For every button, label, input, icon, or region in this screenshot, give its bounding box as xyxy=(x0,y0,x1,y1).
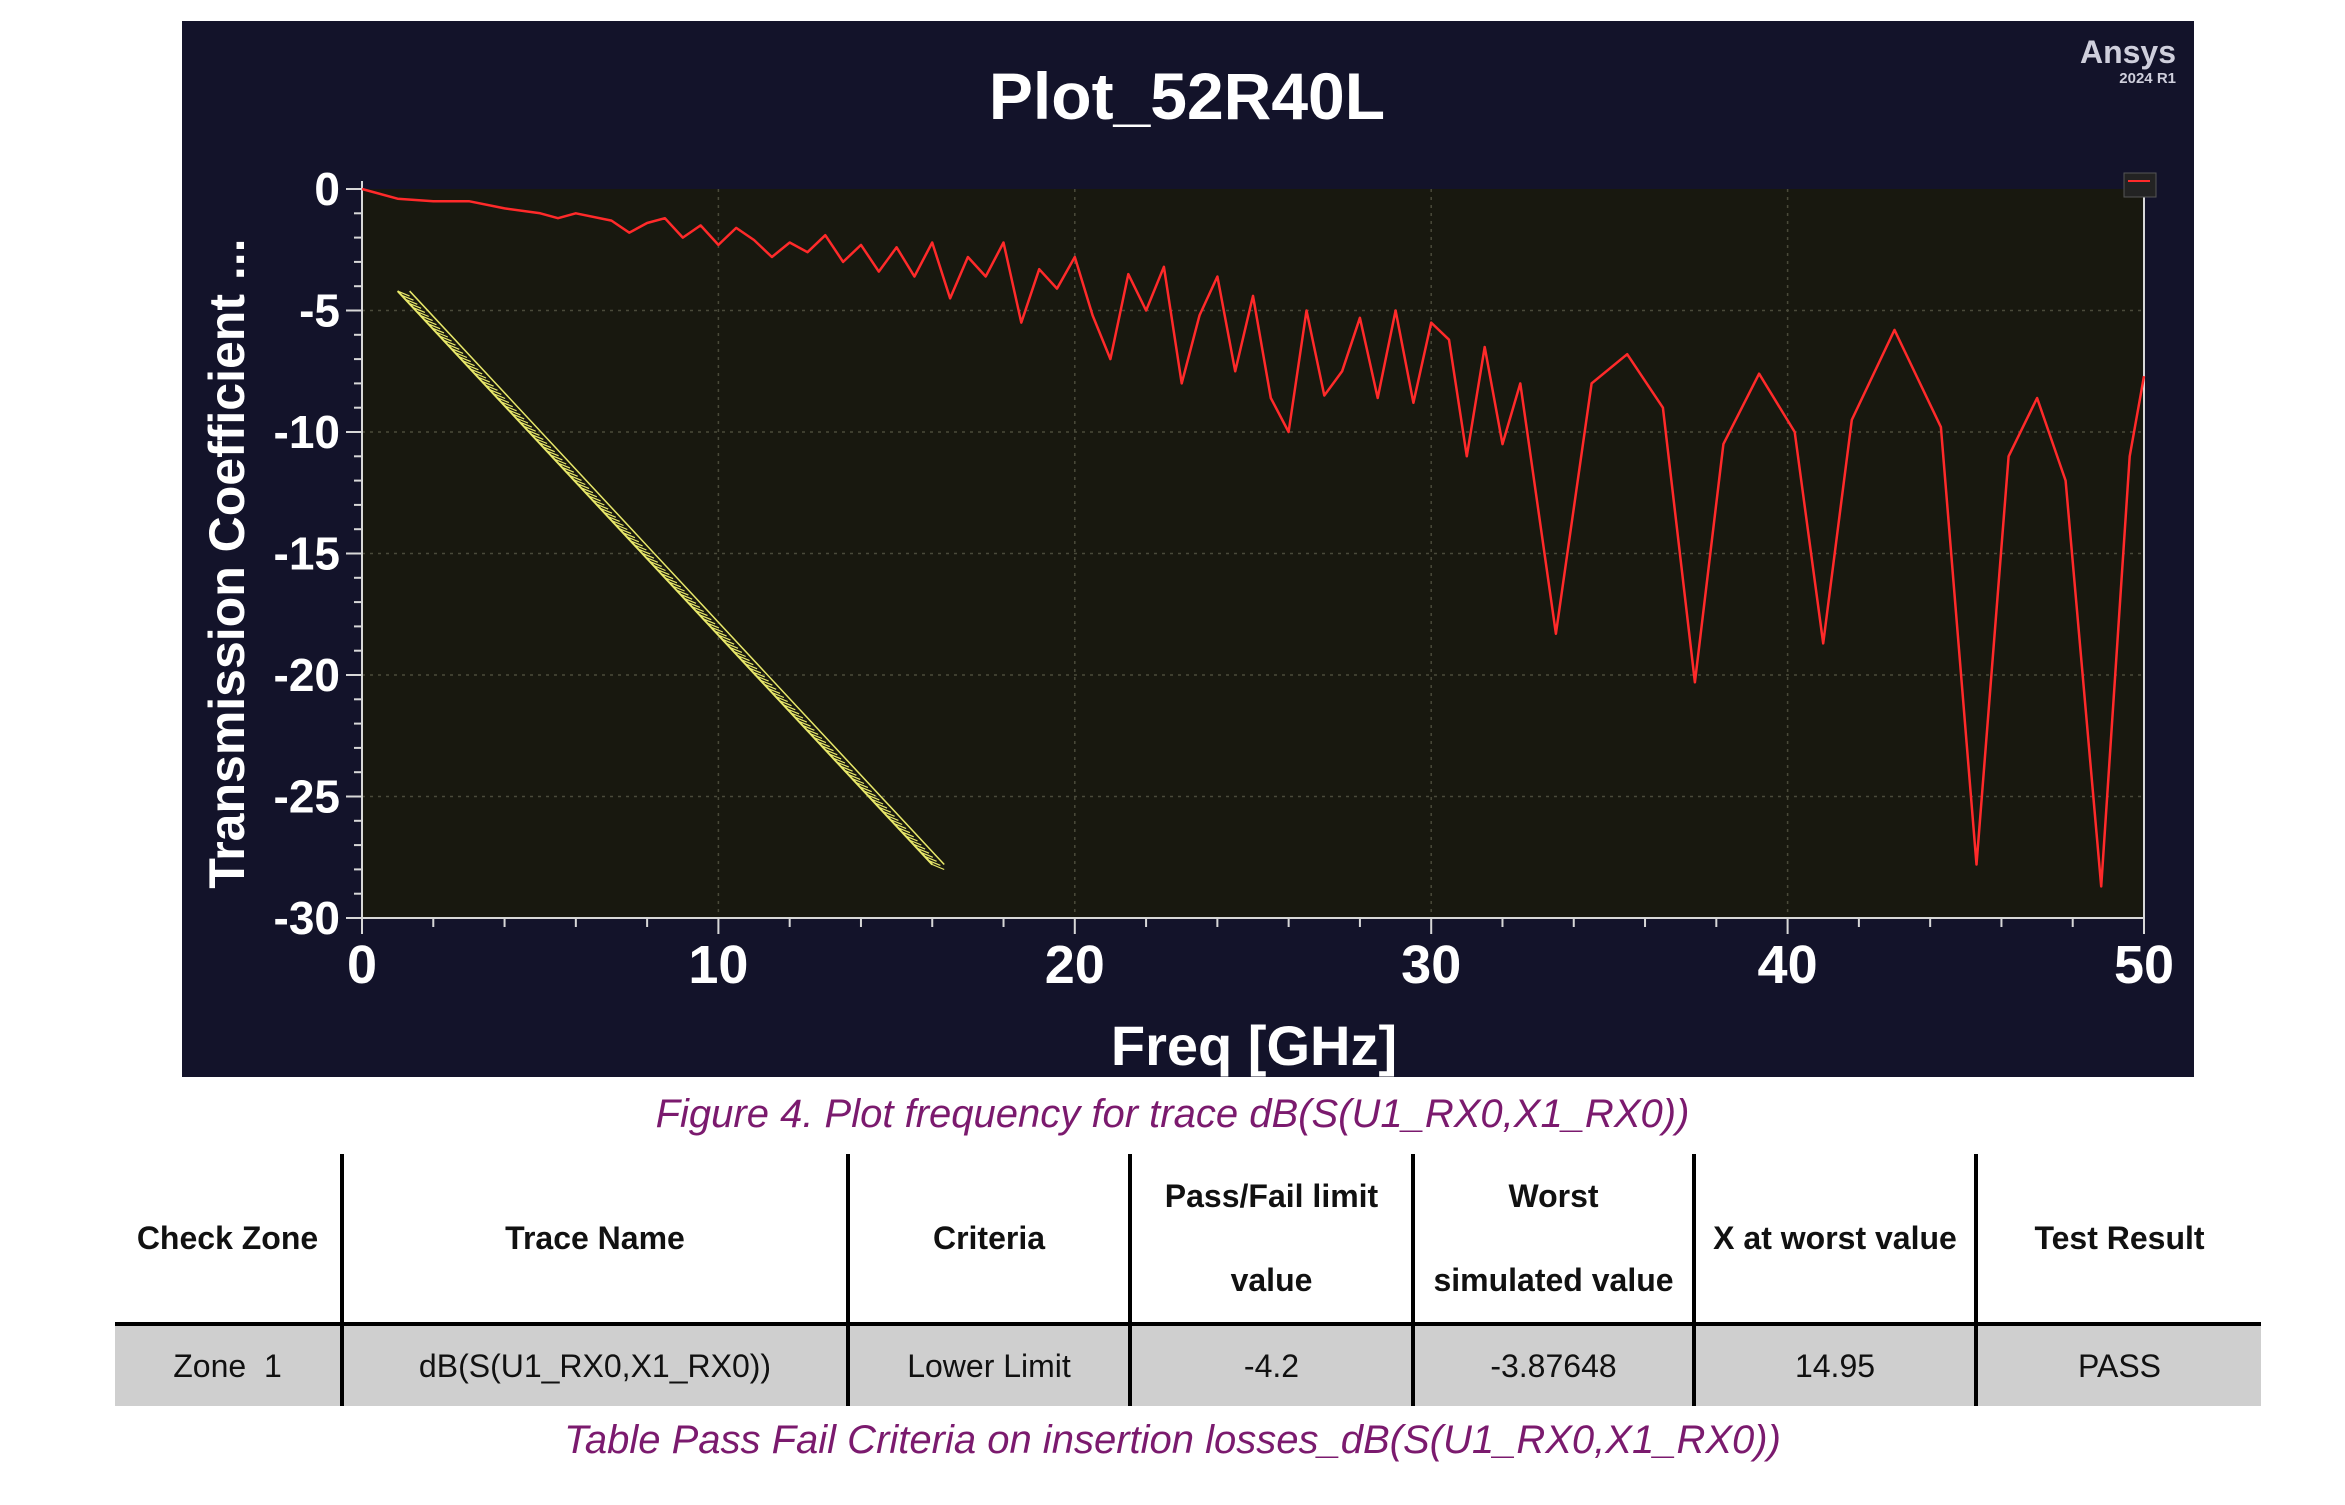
cell-limit-value: -4.2 xyxy=(1128,1322,1415,1406)
x-tick-label: 40 xyxy=(1758,935,1818,995)
chart: Plot_52R40L Ansys2024 R1 0 10 20 30 40 50 0 -5 -10… xyxy=(199,34,2176,1077)
results-table: Check Zone Trace Name Criteria Pass/Fail… xyxy=(115,1154,2261,1406)
y-tick-label: -5 xyxy=(299,285,340,337)
header-limit-line1: Pass/Fail limit xyxy=(1164,1178,1379,1214)
header-limit-value: Pass/Fail limit value xyxy=(1128,1154,1415,1324)
cell-trace-name: dB(S(U1_RX0,X1_RX0)) xyxy=(340,1322,850,1406)
x-tick-label: 10 xyxy=(688,935,748,995)
x-tick-label: 30 xyxy=(1401,935,1461,995)
y-tick-label: -20 xyxy=(274,649,340,701)
header-test-result: Test Result xyxy=(1974,1154,2261,1324)
table-row: Zone 1 dB(S(U1_RX0,X1_RX0)) Lower Limit … xyxy=(115,1322,2261,1406)
header-trace-name: Trace Name xyxy=(340,1154,850,1324)
cell-x-worst: 14.95 xyxy=(1692,1322,1978,1406)
x-tick-label: 20 xyxy=(1045,935,1105,995)
cell-check-zone: Zone 1 xyxy=(115,1322,344,1406)
cell-worst-value: -3.87648 xyxy=(1411,1322,1696,1406)
chart-title: Plot_52R40L xyxy=(989,59,1385,133)
header-worst-line1: Worst xyxy=(1508,1178,1599,1214)
x-axis-label: Freq [GHz] xyxy=(1111,1014,1397,1077)
plot-panel: Plot_52R40L Ansys 2024 R1 0 10 20 30 40 50 0 -5 -10… xyxy=(182,21,2194,1077)
table-header-row: Check Zone Trace Name Criteria Pass/Fail… xyxy=(115,1154,2261,1324)
figure-caption: Figure 4. Plot frequency for trace dB(S(… xyxy=(655,1092,1690,1136)
x-tick-label: 0 xyxy=(347,935,377,995)
table-caption: Table Pass Fail Criteria on insertion lo… xyxy=(564,1418,1781,1462)
brand-version: 2024 R1 xyxy=(2119,70,2176,87)
header-x-worst: X at worst value xyxy=(1692,1154,1978,1324)
header-worst-value: Worst simulated value xyxy=(1411,1154,1696,1324)
cell-test-result: PASS xyxy=(1974,1322,2261,1406)
y-tick-label: 0 xyxy=(314,163,340,215)
header-worst-line2: simulated value xyxy=(1433,1262,1674,1298)
header-limit-line2: value xyxy=(1230,1262,1313,1298)
y-tick-label: -30 xyxy=(274,892,340,944)
y-tick-label: -25 xyxy=(274,771,340,823)
header-criteria: Criteria xyxy=(846,1154,1132,1324)
brand-name: Ansys xyxy=(2080,34,2176,70)
y-tick-label: -15 xyxy=(274,528,340,580)
y-tick-label: -10 xyxy=(274,406,340,458)
x-tick-label: 50 xyxy=(2114,935,2174,995)
legend-box xyxy=(2123,172,2157,198)
cell-criteria: Lower Limit xyxy=(846,1322,1132,1406)
header-check-zone: Check Zone xyxy=(115,1154,344,1324)
y-axis-label: Transmission Coefficient ... xyxy=(199,238,255,888)
